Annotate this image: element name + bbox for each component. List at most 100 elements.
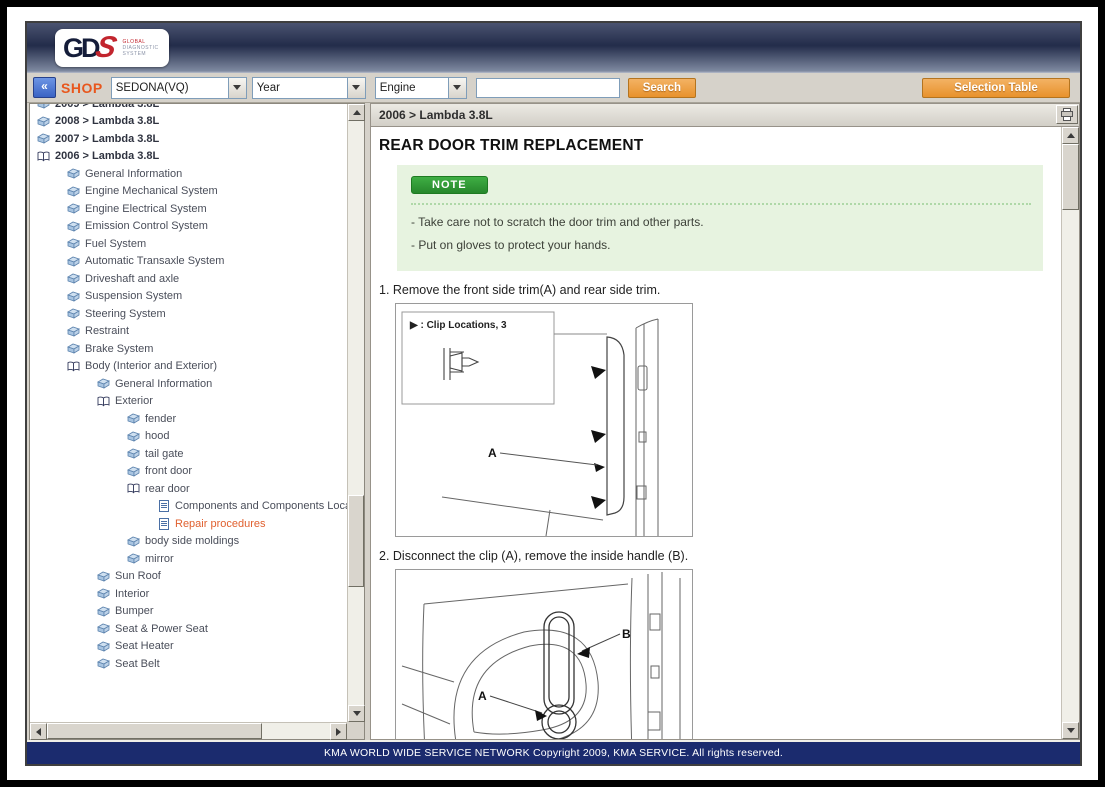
tree-item[interactable]: Fuel System — [30, 235, 347, 253]
scroll-down-button[interactable] — [348, 705, 365, 722]
tree-item[interactable]: Exterior — [30, 393, 347, 411]
content-pane: 2006 > Lambda 3.8L REAR DOOR TRIM REPLAC… — [370, 103, 1080, 740]
tree-item[interactable]: General Information — [30, 165, 347, 183]
tree-item-label: Suspension System — [85, 290, 182, 302]
gds-logo: GDS GLOBAL DIAGNOSTIC SYSTEM — [55, 29, 169, 67]
figure-step-2: B A — [395, 569, 693, 739]
triangle-right-icon — [336, 728, 341, 736]
tree-item[interactable]: Interior — [30, 585, 347, 603]
tree-item[interactable]: Seat Belt — [30, 655, 347, 673]
content-scroll-thumb[interactable] — [1062, 144, 1079, 210]
chevron-down-icon[interactable] — [228, 78, 246, 98]
scroll-right-button[interactable] — [330, 723, 347, 740]
scroll-up-button[interactable] — [1062, 127, 1079, 144]
tree-item[interactable]: Brake System — [30, 340, 347, 358]
tree-item-label: Seat Heater — [115, 640, 174, 652]
tree-item[interactable]: mirror — [30, 550, 347, 568]
category-icon — [66, 308, 81, 319]
tree-item-label: Brake System — [85, 343, 153, 355]
content-scroll-track[interactable] — [1062, 144, 1079, 722]
tree-hscroll-track[interactable] — [47, 723, 330, 739]
tree-item[interactable]: Steering System — [30, 305, 347, 323]
tree-item-label: Exterior — [115, 395, 153, 407]
chevron-down-icon[interactable] — [448, 78, 466, 98]
tree-item-label: mirror — [145, 553, 174, 565]
category-icon — [36, 104, 51, 109]
tree-item-label: rear door — [145, 483, 190, 495]
tree-item[interactable]: 2007 > Lambda 3.8L — [30, 130, 347, 148]
tree-item-label: 2008 > Lambda 3.8L — [55, 115, 159, 127]
category-icon — [96, 571, 111, 582]
collapse-sidebar-button[interactable]: « — [33, 77, 56, 98]
tree-item[interactable]: General Information — [30, 375, 347, 393]
chevron-down-icon[interactable] — [347, 78, 365, 98]
tree-item-label: Emission Control System — [85, 220, 208, 232]
tree-item-label: fender — [145, 413, 176, 425]
tree-item[interactable]: Suspension System — [30, 288, 347, 306]
tree-vertical-scrollbar[interactable] — [347, 104, 364, 722]
tree-item[interactable]: Seat Heater — [30, 638, 347, 656]
tree-item[interactable]: Driveshaft and axle — [30, 270, 347, 288]
engine-select[interactable]: Engine — [375, 77, 467, 99]
category-icon — [96, 641, 111, 652]
tree-horizontal-scrollbar[interactable] — [30, 722, 347, 739]
scroll-down-button[interactable] — [1062, 722, 1079, 739]
tree-item[interactable]: 2009 > Lambda 3.8L — [30, 104, 347, 113]
tree-item[interactable]: body side moldings — [30, 533, 347, 551]
step-1-text: 1. Remove the front side trim(A) and rea… — [379, 283, 1057, 297]
tree-item[interactable]: Engine Electrical System — [30, 200, 347, 218]
tree-item[interactable]: tail gate — [30, 445, 347, 463]
tree-item[interactable]: fender — [30, 410, 347, 428]
tree-item[interactable]: Emission Control System — [30, 218, 347, 236]
category-icon — [96, 378, 111, 389]
breadcrumb-bar: 2006 > Lambda 3.8L — [370, 103, 1080, 127]
category-icon — [126, 466, 141, 477]
tree-item[interactable]: Engine Mechanical System — [30, 183, 347, 201]
search-button[interactable]: Search — [628, 78, 696, 98]
tree-scroll-track[interactable] — [348, 121, 364, 705]
tree-item[interactable]: Restraint — [30, 323, 347, 341]
tree-item[interactable]: Components and Components Loca — [30, 498, 347, 516]
logo-tagline: GLOBAL DIAGNOSTIC SYSTEM — [123, 40, 159, 57]
document-icon — [156, 500, 171, 512]
tree-item[interactable]: Sun Roof — [30, 568, 347, 586]
tree-item[interactable]: rear door — [30, 480, 347, 498]
category-icon — [66, 238, 81, 249]
category-icon — [96, 623, 111, 634]
tree-item[interactable]: Automatic Transaxle System — [30, 253, 347, 271]
svg-text:B: B — [622, 627, 631, 641]
model-select[interactable]: SEDONA(VQ) — [111, 77, 247, 99]
category-icon — [126, 448, 141, 459]
printer-icon — [1060, 108, 1074, 121]
scroll-up-button[interactable] — [348, 104, 365, 121]
triangle-down-icon — [1067, 728, 1075, 733]
tree-item[interactable]: 2008 > Lambda 3.8L — [30, 113, 347, 131]
tree-item-label: Bumper — [115, 605, 154, 617]
tree-item-label: Automatic Transaxle System — [85, 255, 224, 267]
tree-item-label: 2009 > Lambda 3.8L — [55, 104, 159, 110]
document-icon — [156, 518, 171, 530]
year-select[interactable]: Year — [252, 77, 366, 99]
search-input[interactable] — [476, 78, 620, 98]
tree-item-label: Driveshaft and axle — [85, 273, 179, 285]
selection-table-button[interactable]: Selection Table — [922, 78, 1070, 98]
tree-item[interactable]: Bumper — [30, 603, 347, 621]
note-box: NOTE - Take care not to scratch the door… — [397, 165, 1043, 271]
tree-item[interactable]: front door — [30, 463, 347, 481]
print-button[interactable] — [1056, 105, 1078, 124]
tree-item-label: hood — [145, 430, 169, 442]
tree-item[interactable]: Repair procedures — [30, 515, 347, 533]
scrollbar-corner — [347, 722, 364, 739]
category-icon — [66, 203, 81, 214]
tree-item[interactable]: 2006 > Lambda 3.8L — [30, 148, 347, 166]
tree-item[interactable]: Seat & Power Seat — [30, 620, 347, 638]
footer-bar: KMA WORLD WIDE SERVICE NETWORK Copyright… — [27, 740, 1080, 764]
category-icon — [126, 413, 141, 424]
tree-item[interactable]: Body (Interior and Exterior) — [30, 358, 347, 376]
tree-item[interactable]: hood — [30, 428, 347, 446]
scroll-left-button[interactable] — [30, 723, 47, 740]
tree-hscroll-thumb[interactable] — [47, 723, 262, 739]
tree-item-label: Engine Electrical System — [85, 203, 207, 215]
tree-scroll-thumb[interactable] — [348, 495, 364, 587]
content-vertical-scrollbar[interactable] — [1061, 127, 1079, 739]
